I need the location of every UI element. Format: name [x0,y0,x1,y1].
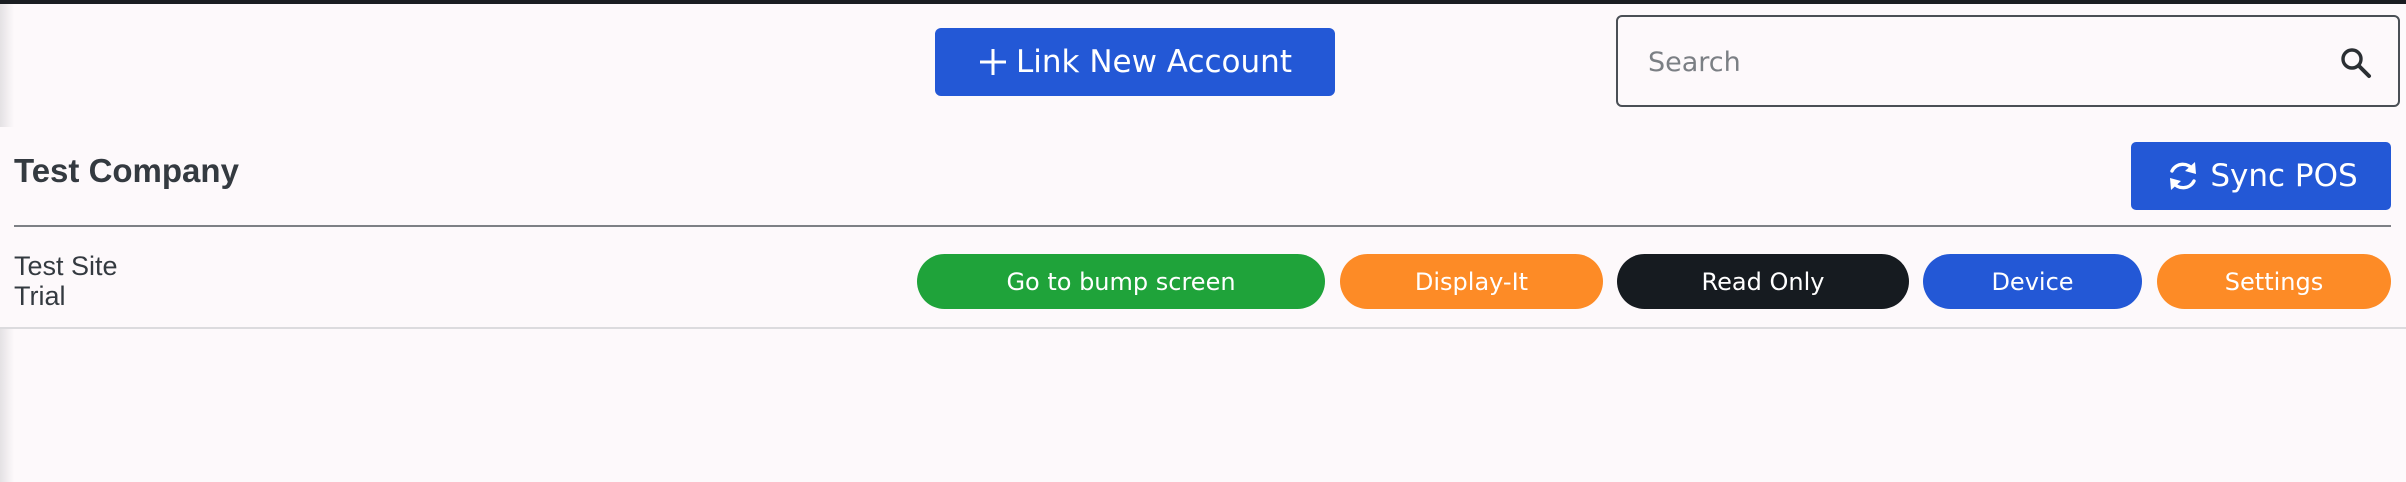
sync-pos-label: Sync POS [2210,158,2358,194]
search-icon[interactable] [2338,45,2374,81]
site-plan: Trial [14,281,66,311]
go-to-bump-screen-button[interactable]: Go to bump screen [917,254,1325,309]
read-only-button[interactable]: Read Only [1617,254,1909,309]
window-top-border [0,0,2406,4]
search-input[interactable] [1646,37,2290,87]
device-button[interactable]: Device [1923,254,2142,309]
link-new-account-label: Link New Account [1016,44,1292,80]
site-name: Test Site [14,251,118,281]
link-new-account-button[interactable]: Link New Account [935,28,1335,96]
display-it-button[interactable]: Display-It [1340,254,1603,309]
company-name: Test Company [14,152,239,189]
sync-icon [2164,157,2202,195]
plus-icon [978,47,1008,77]
section-divider [14,225,2391,227]
settings-button[interactable]: Settings [2157,254,2391,309]
search-field[interactable] [1616,15,2400,107]
sync-pos-button[interactable]: Sync POS [2131,142,2391,210]
